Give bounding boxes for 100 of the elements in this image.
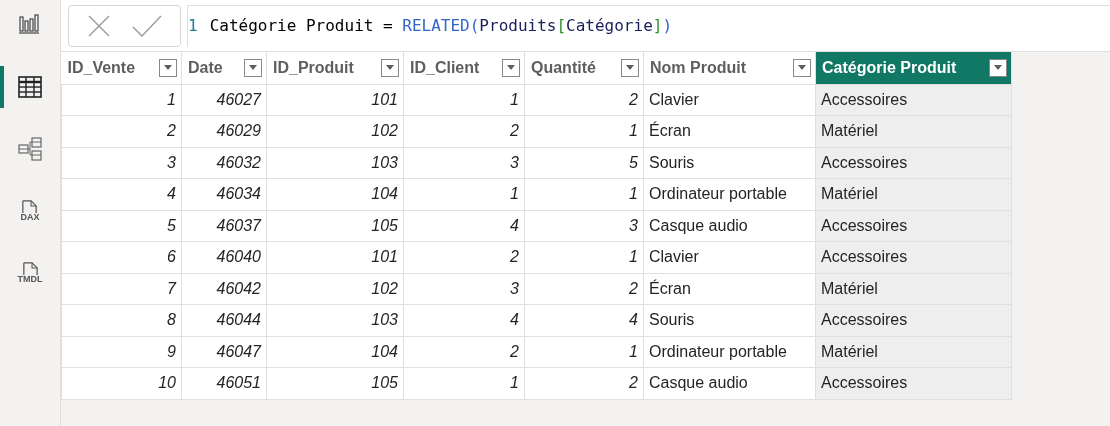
table-cell: 1	[61, 84, 182, 116]
column-header[interactable]: Catégorie Produit	[815, 52, 1012, 84]
table-cell: 3	[61, 147, 182, 179]
table-cell: 1	[524, 241, 644, 273]
column-title: ID_Produit	[273, 57, 354, 78]
table-cell: 4	[403, 210, 525, 242]
table-cell: 2	[403, 241, 525, 273]
table-cell: 1	[403, 84, 525, 116]
column-header[interactable]: Quantité	[524, 52, 644, 84]
table-cell: 104	[266, 178, 404, 210]
table-cell: 46034	[181, 178, 267, 210]
table-cell: 46047	[181, 336, 267, 368]
column-title: Date	[188, 57, 223, 78]
table-cell: 1	[524, 336, 644, 368]
view-tab[interactable]: TMDL	[0, 252, 60, 294]
table-cell: 104	[266, 336, 404, 368]
caret-icon	[386, 65, 394, 71]
table-cell: 8	[61, 304, 182, 336]
column-title: ID_Vente	[67, 57, 136, 78]
table-cell: Écran	[643, 273, 816, 305]
table-cell: 46044	[181, 304, 267, 336]
table-cell: 3	[403, 273, 525, 305]
table-cell: 1	[524, 115, 644, 147]
table-cell: 46051	[181, 367, 267, 399]
column-title: Quantité	[531, 57, 596, 78]
table-cell: 102	[266, 273, 404, 305]
table-cell: Accessoires	[815, 210, 1012, 242]
dropdown-button[interactable]	[621, 58, 639, 77]
column-header[interactable]: ID_Client	[403, 52, 525, 84]
table-cell: 101	[266, 241, 404, 273]
table-cell: 7	[61, 273, 182, 305]
table-cell: 2	[524, 273, 644, 305]
dropdown-button[interactable]	[381, 58, 399, 77]
icon-label: TMDL	[16, 275, 44, 284]
table-cell: 103	[266, 304, 404, 336]
view-tab[interactable]: DAX	[0, 190, 60, 232]
table-cell: Écran	[643, 115, 816, 147]
table-cell: 2	[403, 115, 525, 147]
table-cell: 3	[403, 147, 525, 179]
table-cell: 4	[61, 178, 182, 210]
dropdown-button[interactable]	[159, 58, 177, 77]
icon-label: DAX	[19, 213, 41, 222]
table-cell: 3	[524, 210, 644, 242]
table-cell: 105	[266, 210, 404, 242]
column-header[interactable]: Date	[181, 52, 267, 84]
table-icon	[18, 75, 42, 99]
caret-icon	[994, 65, 1002, 71]
dropdown-button[interactable]	[793, 58, 811, 77]
table-cell: 105	[266, 367, 404, 399]
table-cell: Accessoires	[815, 367, 1012, 399]
table-cell: Matériel	[815, 336, 1012, 368]
table-cell: 10	[61, 367, 182, 399]
table-cell: 46027	[181, 84, 267, 116]
caret-icon	[507, 65, 515, 71]
table-cell: 5	[61, 210, 182, 242]
table-cell: Accessoires	[815, 147, 1012, 179]
table-cell: 2	[403, 336, 525, 368]
table-cell: Ordinateur portable	[643, 336, 816, 368]
caret-icon	[164, 65, 172, 71]
column-header[interactable]: Nom Produit	[643, 52, 816, 84]
caret-icon	[626, 65, 634, 71]
check-icon[interactable]	[131, 14, 162, 37]
table-cell: 2	[524, 84, 644, 116]
table-cell: Accessoires	[815, 241, 1012, 273]
caret-icon	[249, 65, 257, 71]
column-header[interactable]: ID_Vente	[61, 52, 182, 84]
formula-text[interactable]: Catégorie Produit = RELATED(Produits[Catégorie])	[209, 13, 673, 38]
table-cell: 1	[403, 367, 525, 399]
dropdown-button[interactable]	[989, 58, 1007, 77]
table-cell: 101	[266, 84, 404, 116]
table-cell: 102	[266, 115, 404, 147]
table-cell: Clavier	[643, 241, 816, 273]
table-cell: Accessoires	[815, 84, 1012, 116]
column-header[interactable]: ID_Produit	[266, 52, 404, 84]
table-cell: Accessoires	[815, 304, 1012, 336]
table-cell: 103	[266, 147, 404, 179]
caret-icon	[798, 65, 806, 71]
dropdown-button[interactable]	[244, 58, 262, 77]
table-cell: 9	[61, 336, 182, 368]
close-icon[interactable]	[87, 13, 112, 38]
table-cell: 1	[403, 178, 525, 210]
column-title: ID_Client	[410, 57, 480, 78]
table-cell: 46029	[181, 115, 267, 147]
table-cell: Casque audio	[643, 210, 816, 242]
column-title: Catégorie Produit	[822, 57, 957, 78]
table-cell: Matériel	[815, 273, 1012, 305]
table-cell: 6	[61, 241, 182, 273]
dropdown-button[interactable]	[502, 58, 520, 77]
table-cell: Ordinateur portable	[643, 178, 816, 210]
table-cell: Casque audio	[643, 367, 816, 399]
table-cell: 4	[403, 304, 525, 336]
report-icon	[18, 13, 42, 37]
table-cell: 2	[61, 115, 182, 147]
table-cell: 2	[524, 367, 644, 399]
table-cell: Matériel	[815, 115, 1012, 147]
column-title: Nom Produit	[650, 57, 746, 78]
table-cell: 46040	[181, 241, 267, 273]
table-cell: 46037	[181, 210, 267, 242]
table-cell: Souris	[643, 304, 816, 336]
table-cell: 46032	[181, 147, 267, 179]
